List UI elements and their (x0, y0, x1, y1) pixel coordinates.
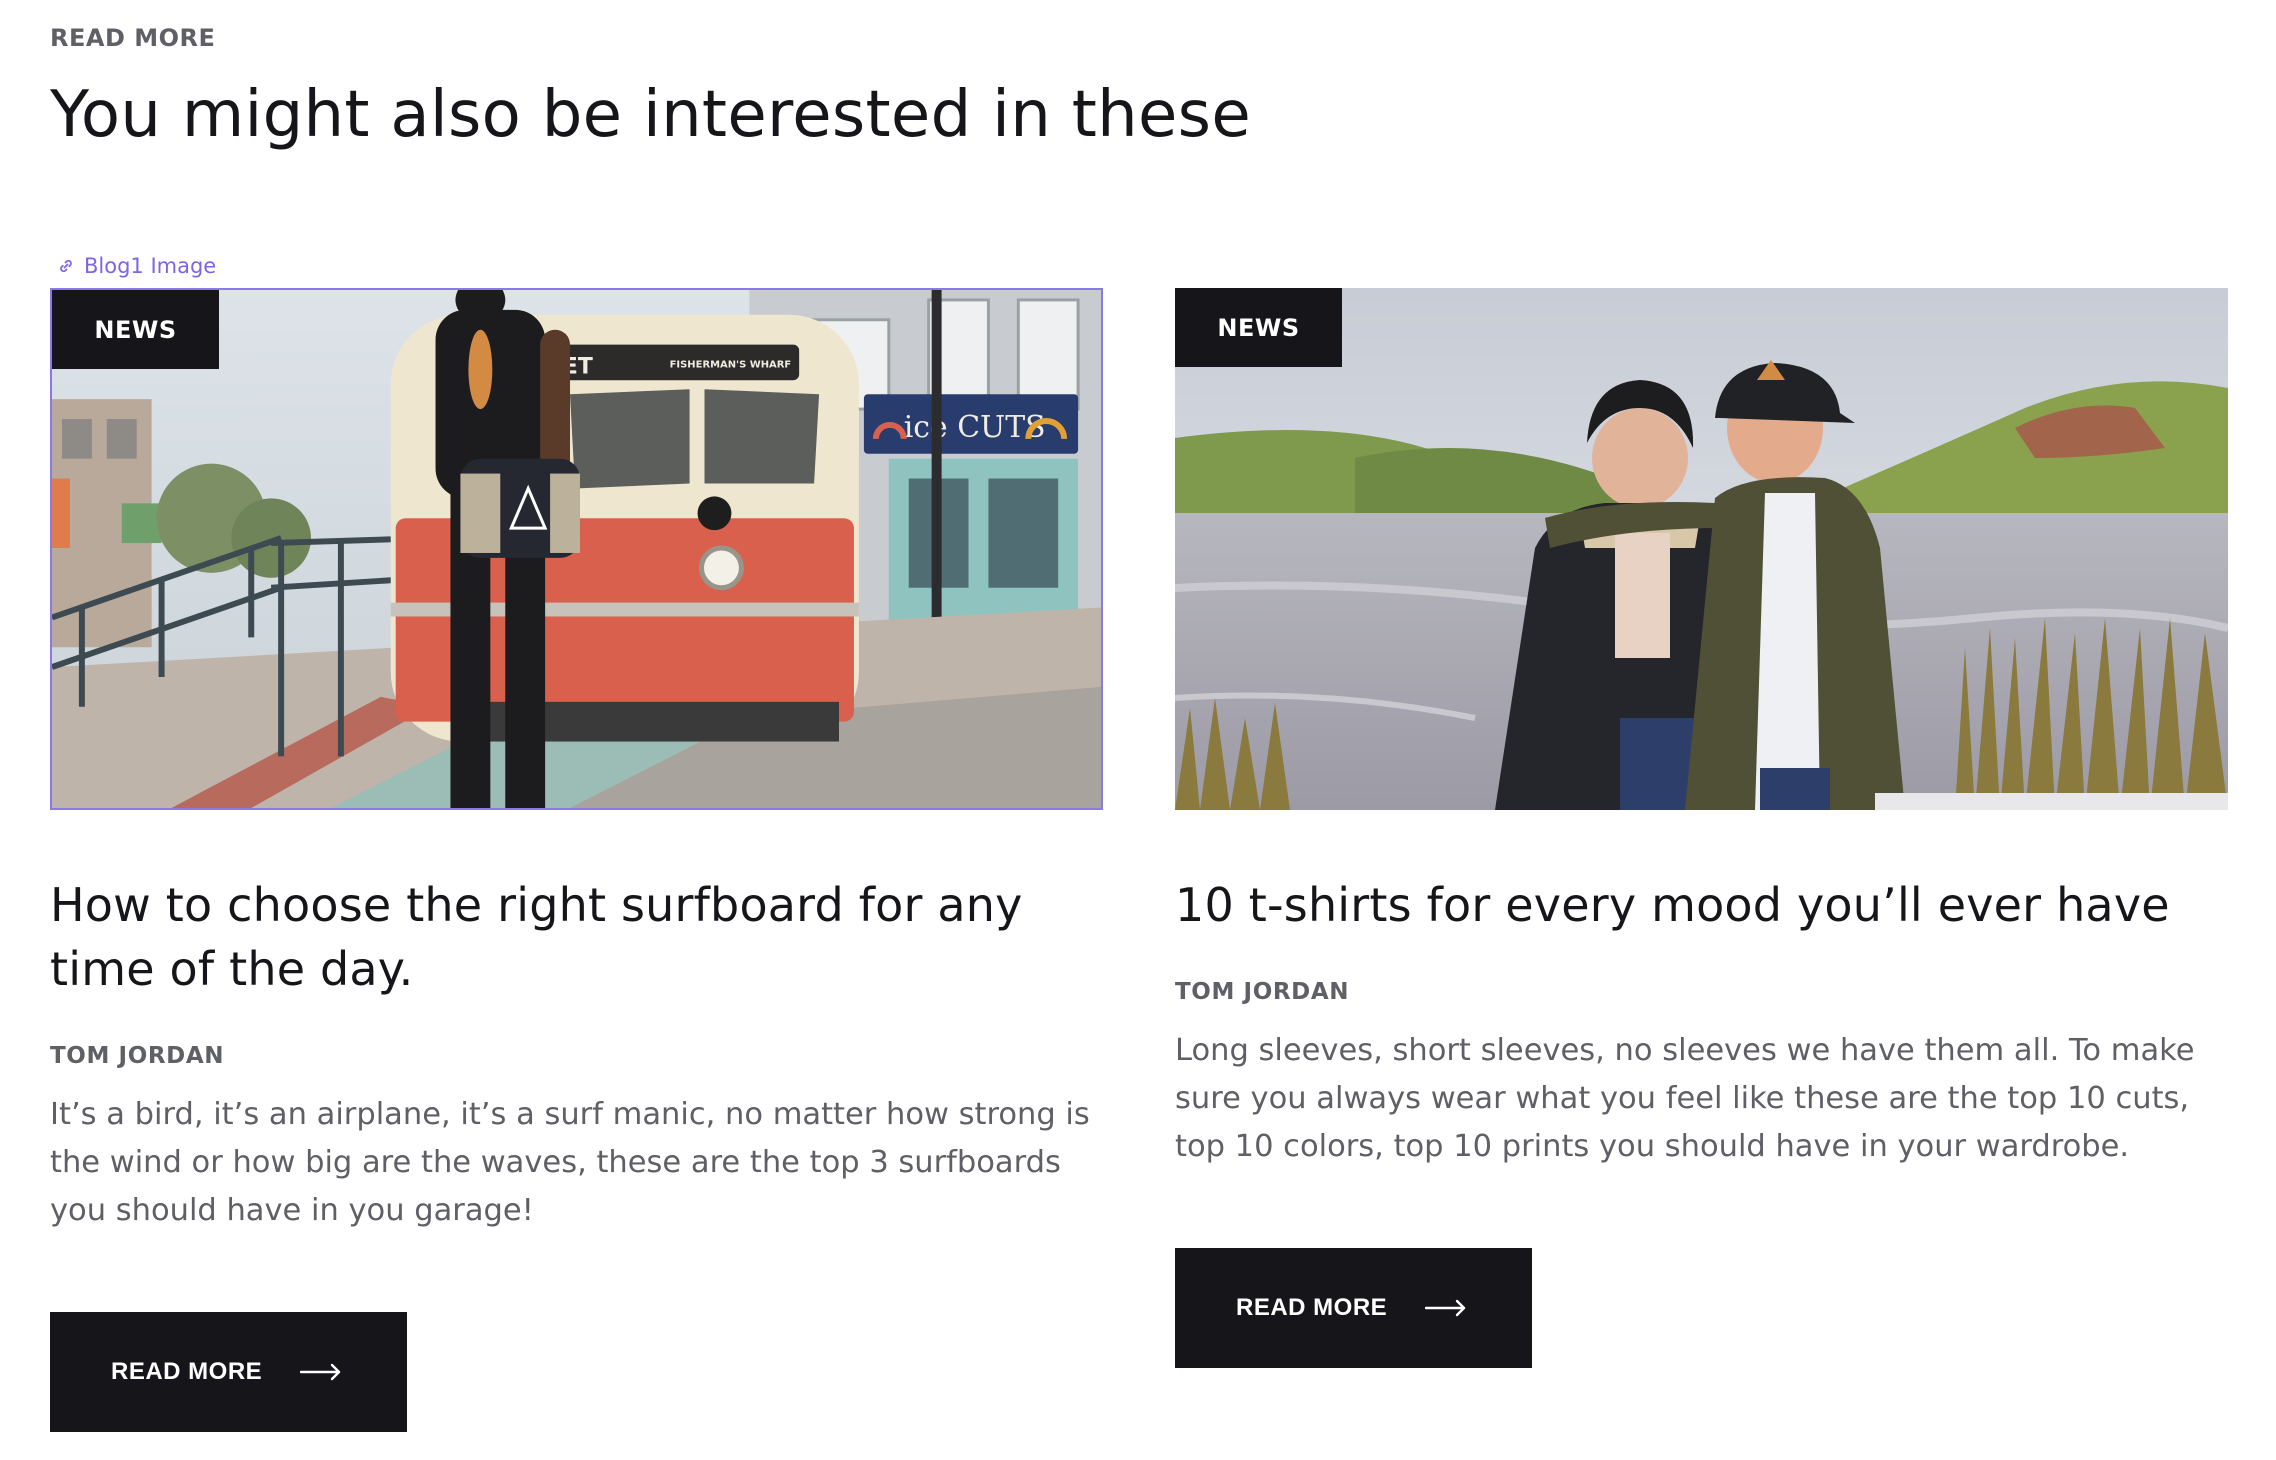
shop-sign-text: ice CUTS (904, 410, 1046, 445)
blog-image[interactable]: ice CUTS FISHERMAN'S WHARF NEWS (50, 288, 1103, 810)
post-title[interactable]: 10 t-shirts for every mood you’ll ever h… (1175, 873, 2228, 937)
selected-element-label[interactable]: Blog1 Image (58, 254, 216, 278)
post-title[interactable]: How to choose the right surfboard for an… (50, 873, 1103, 1001)
tram-sign-small-text: FISHERMAN'S WHARF (670, 359, 792, 370)
post-excerpt: It’s a bird, it’s an airplane, it’s a su… (50, 1097, 1090, 1228)
category-badge[interactable]: NEWS (1175, 288, 1342, 367)
arrow-right-icon (1425, 1299, 1467, 1317)
category-badge[interactable]: NEWS (52, 290, 219, 369)
selection-label-text: Blog1 Image (84, 254, 217, 278)
section-title: You might also be interested in these (50, 78, 1252, 152)
read-more-label: READ MORE (1236, 1294, 1388, 1321)
section-eyebrow: READ MORE (50, 24, 216, 52)
read-more-label: READ MORE (111, 1358, 263, 1385)
blog-image[interactable]: NEWS (1175, 288, 2228, 810)
post-author: TOM JORDAN (50, 1043, 225, 1069)
post-excerpt: Long sleeves, short sleeves, no sleeves … (1175, 1033, 2195, 1164)
link-icon (58, 258, 74, 274)
post-author: TOM JORDAN (1175, 979, 1350, 1005)
blog-card: ice CUTS FISHERMAN'S WHARF NEWS How to c… (50, 288, 1103, 1432)
read-more-button[interactable]: READ MORE (1175, 1248, 1532, 1368)
read-more-button[interactable]: READ MORE (50, 1312, 407, 1432)
blog-card: NEWS 10 t-shirts for every mood you’ll e… (1175, 288, 2228, 1368)
arrow-right-icon (300, 1363, 342, 1381)
